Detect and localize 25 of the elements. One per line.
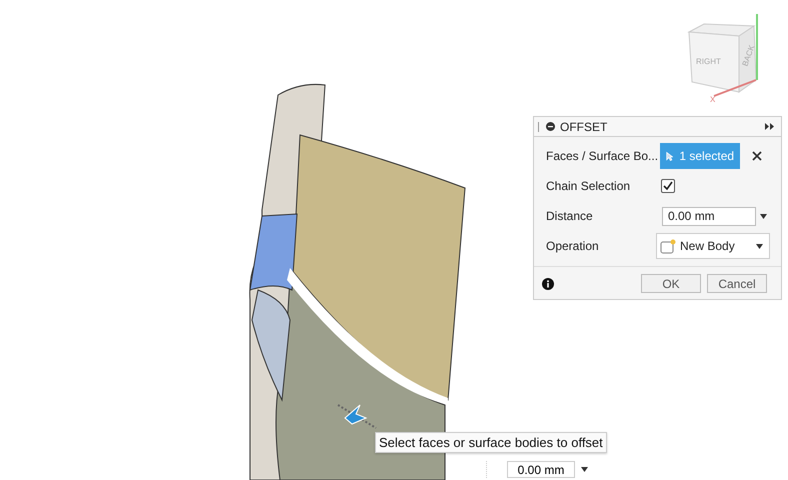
info-icon[interactable] <box>542 278 554 290</box>
distance-field[interactable]: 0.00 mm <box>662 206 756 226</box>
field-label: Chain Selection <box>546 179 632 193</box>
collapse-icon[interactable] <box>546 122 555 131</box>
body-icon <box>660 238 676 254</box>
cube-face-label: RIGHT <box>696 57 721 66</box>
tooltip: Select faces or surface bodies to offset <box>375 432 607 453</box>
expand-icon[interactable] <box>765 123 775 130</box>
axis-label: X <box>710 95 716 104</box>
cube-face-label: BACK <box>740 44 756 68</box>
dialog-title: OFFSET <box>560 120 608 134</box>
field-label: Faces / Surface Bo... <box>546 149 658 163</box>
caret-icon <box>756 244 763 248</box>
operation-dropdown[interactable]: New Body <box>656 233 770 259</box>
pointer-icon <box>666 150 674 162</box>
close-icon[interactable] <box>752 151 762 161</box>
checkbox[interactable] <box>661 179 675 193</box>
caret-icon[interactable] <box>760 214 767 218</box>
cancel-button[interactable]: Cancel <box>707 274 767 293</box>
caret-icon[interactable] <box>581 467 588 472</box>
dimension-field[interactable]: 0.00 mm <box>507 461 575 478</box>
cursor-icon <box>337 404 377 429</box>
field-label: Distance <box>546 209 594 223</box>
field-label: Operation <box>546 239 600 253</box>
ok-button[interactable]: OK <box>641 274 701 293</box>
